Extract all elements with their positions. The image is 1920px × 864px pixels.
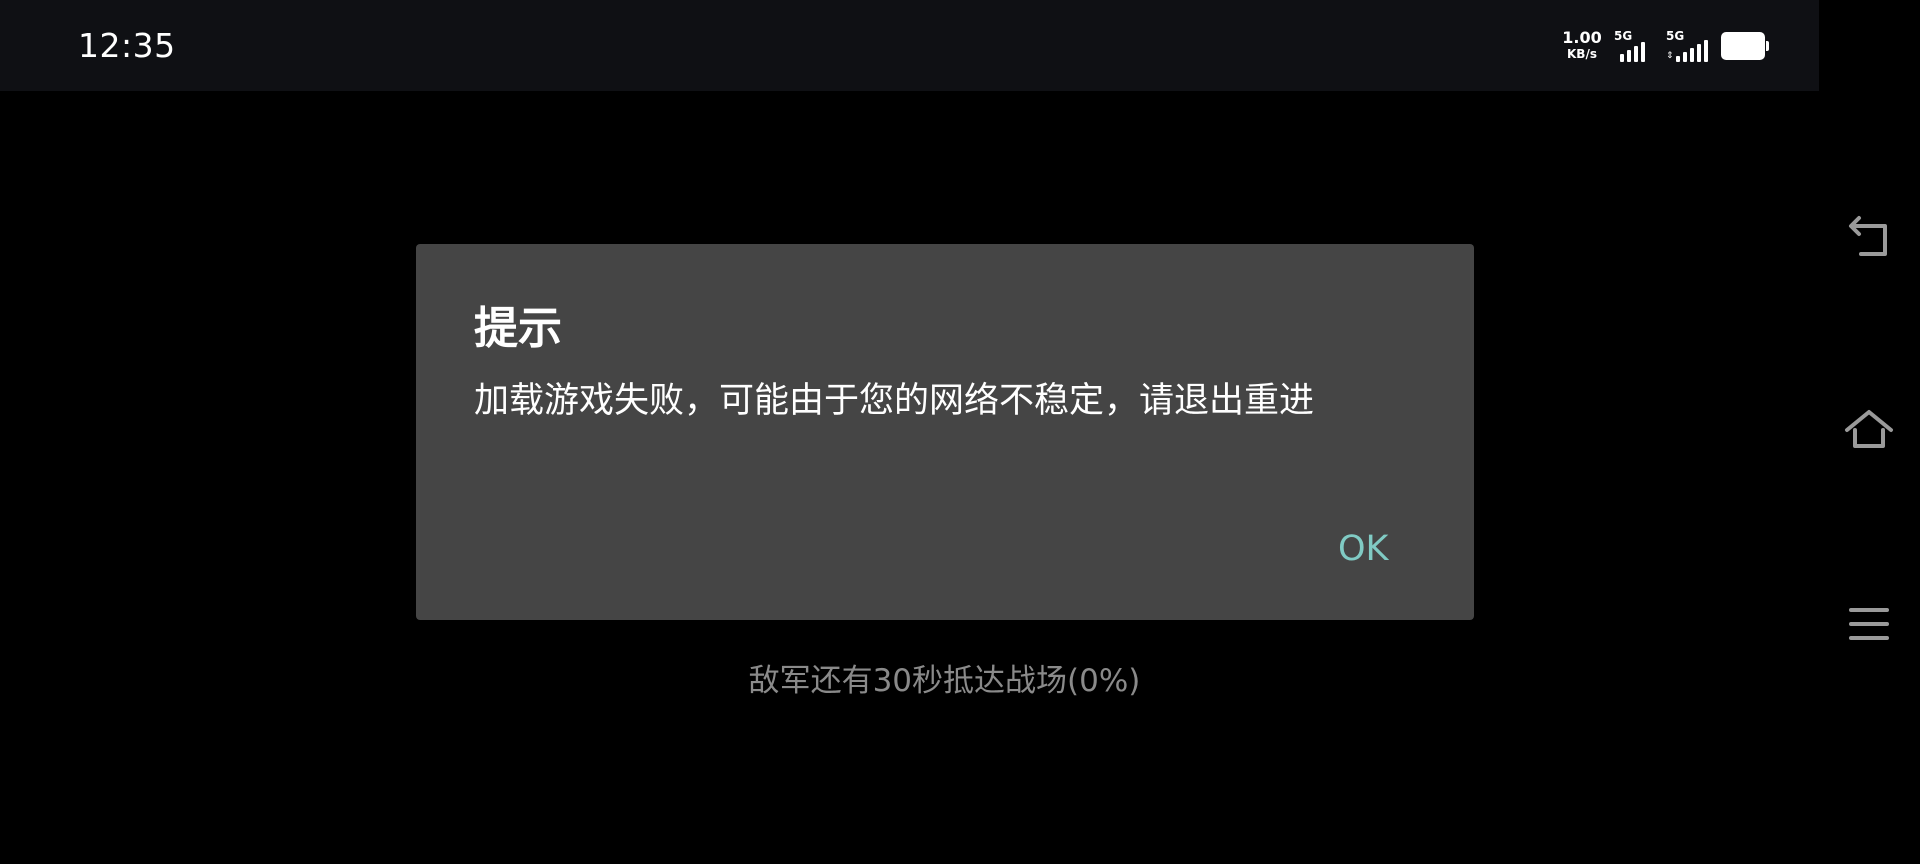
back-button[interactable]: [1839, 208, 1899, 268]
screen: 12:35 1.00 KB/s 5G 5G ⇕ 敌军还有30秒抵达战场(0%) …: [0, 0, 1920, 864]
network-speed: 1.00 KB/s: [1562, 28, 1602, 61]
home-button[interactable]: [1839, 400, 1899, 460]
back-icon: [1849, 216, 1887, 256]
menu-icon: [1849, 608, 1889, 640]
signal-icon: 5G ⇕: [1666, 30, 1708, 62]
alert-dialog: 提示 加载游戏失败，可能由于您的网络不稳定，请退出重进 OK: [416, 244, 1474, 620]
network-speed-unit: KB/s: [1567, 47, 1597, 61]
signal-icon: 5G: [1614, 30, 1652, 62]
signal-1-label: 5G: [1614, 29, 1633, 43]
network-speed-value: 1.00: [1562, 28, 1602, 47]
loading-status-text: 敌军还有30秒抵达战场(0%): [748, 663, 1141, 699]
dialog-message: 加载游戏失败，可能由于您的网络不稳定，请退出重进: [474, 381, 1315, 421]
home-icon: [1845, 410, 1893, 448]
ok-button[interactable]: OK: [1338, 529, 1389, 569]
dialog-title: 提示: [474, 303, 562, 354]
battery-icon: [1721, 32, 1769, 60]
navigation-bar: [1819, 0, 1920, 864]
status-time: 12:35: [78, 26, 176, 65]
status-bar: 12:35 1.00 KB/s 5G 5G ⇕: [0, 0, 1819, 91]
menu-button[interactable]: [1839, 594, 1899, 654]
